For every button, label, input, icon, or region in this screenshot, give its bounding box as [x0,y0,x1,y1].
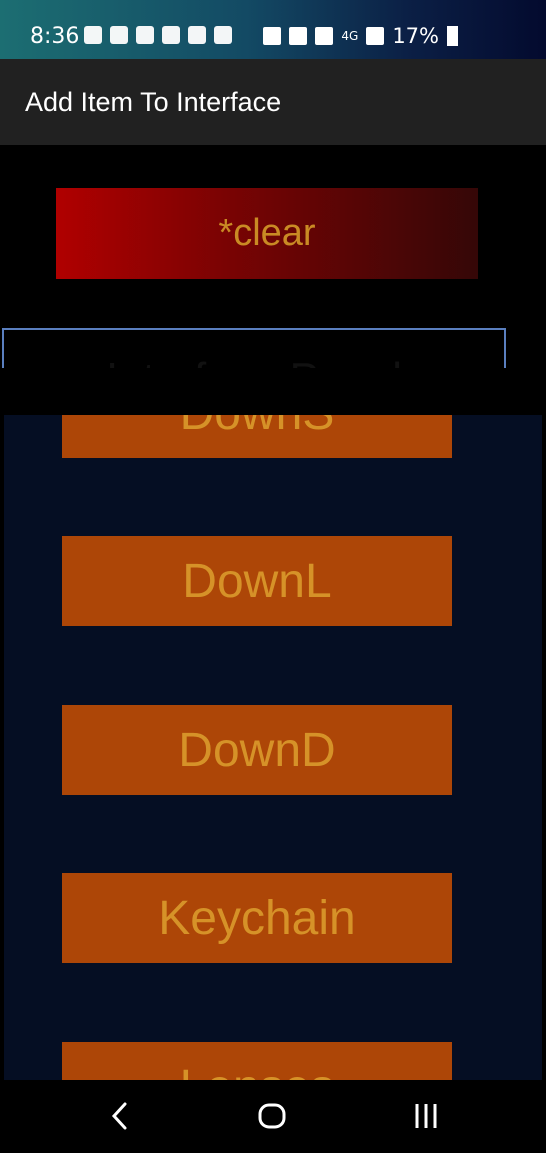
list-item[interactable]: DownL [62,536,452,626]
battery-icon [447,26,458,46]
list-item[interactable]: DownS [62,415,452,458]
interface-select[interactable]: Interface Panel [2,328,506,368]
mute-icon [263,27,282,45]
status-time: 8:36 [30,24,80,49]
list-item[interactable]: Keychain [62,873,452,963]
clear-button[interactable]: *clear [56,188,478,279]
signal-icon [366,27,385,45]
interface-select-label: Interface Panel [4,354,504,368]
data-icon [289,27,308,45]
status-bar: 8:36 4G 17% [0,0,546,59]
game-icon [84,26,102,44]
location-icon [136,26,154,44]
battery-label: 17% [392,24,439,48]
app-bar: Add Item To Interface [0,59,546,145]
recents-icon[interactable] [406,1096,446,1136]
wifi-icon [315,27,334,45]
back-icon[interactable] [100,1096,140,1136]
system-icons: 4G 17% [263,24,458,48]
list-item[interactable]: DownD [62,705,452,795]
page-title: Add Item To Interface [25,87,282,117]
list-item[interactable]: Lenses [62,1042,452,1080]
navigation-bar [0,1080,546,1153]
item-list[interactable]: DownS DownL DownD Keychain Lenses [4,415,542,1080]
notification-icons [84,26,232,44]
notes-icon [110,26,128,44]
image-icon [188,26,206,44]
bolt-icon [162,26,180,44]
accessibility-icon [214,26,232,44]
network-label: 4G [341,29,359,43]
home-icon[interactable] [252,1096,292,1136]
